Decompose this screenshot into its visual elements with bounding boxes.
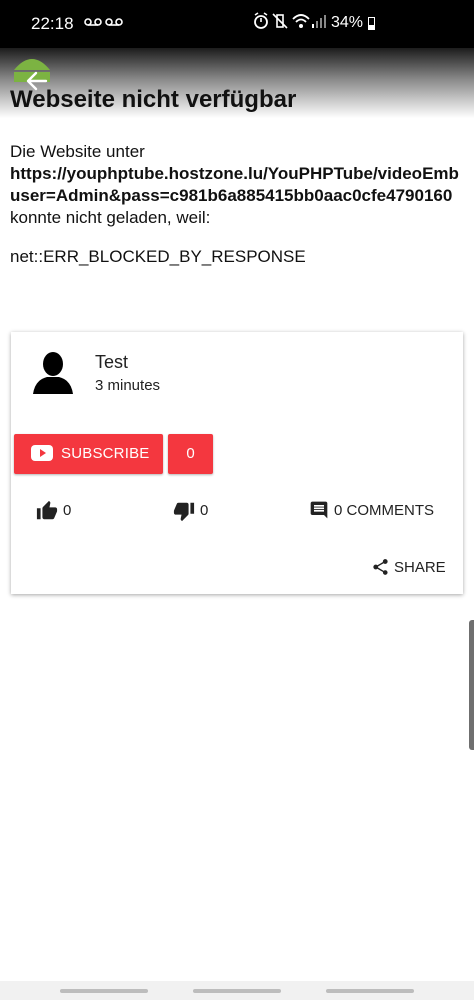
comments-label: 0 COMMENTS [334, 502, 435, 519]
battery-level: 34% [331, 14, 364, 31]
nav-home-button[interactable] [193, 989, 281, 993]
subscriber-count[interactable]: 0 [168, 434, 213, 474]
page-title: Webseite nicht verfügbar [10, 86, 297, 113]
comment-icon [310, 501, 328, 519]
vibrate-icon [271, 12, 289, 34]
scrollbar[interactable] [469, 620, 474, 750]
clock: 22:18 [31, 14, 74, 33]
status-bar: 22:18 34% [0, 0, 474, 48]
voicemail-icon [84, 15, 102, 30]
upload-time: 3 minutes [95, 377, 161, 394]
thumbs-down-icon [173, 502, 195, 522]
channel-name[interactable]: Test [95, 352, 128, 373]
share-icon [373, 559, 388, 575]
navigation-bar [0, 981, 474, 1000]
share-label: SHARE [394, 559, 446, 576]
voicemail-icon [105, 15, 123, 30]
error-code: net::ERR_BLOCKED_BY_RESPONSE [10, 247, 306, 266]
wifi-icon [291, 12, 311, 34]
youtube-icon [31, 445, 53, 461]
nav-back-button[interactable] [326, 989, 414, 993]
video-info-card: Test 3 minutes SUBSCRIBE 0 0 0 0 COMMENT… [11, 332, 463, 594]
thumbs-up-icon [36, 500, 58, 520]
error-message-reason: konnte nicht geladen, weil: [10, 208, 211, 227]
avatar[interactable] [31, 350, 75, 394]
error-message-intro: Die Website unter [10, 142, 145, 161]
subscribe-label: SUBSCRIBE [61, 445, 150, 462]
subscribe-button[interactable]: SUBSCRIBE [14, 434, 163, 474]
alarm-icon [253, 12, 269, 34]
signal-icon [311, 12, 327, 34]
error-url-line-1: https://youphptube.hostzone.lu/YouPHPTub… [10, 164, 459, 183]
comments-button[interactable]: 0 COMMENTS [309, 500, 449, 524]
battery-icon [368, 17, 375, 30]
error-url-line-2: user=Admin&pass=c981b6a885415bb0aac0cfe4… [10, 186, 453, 205]
nav-recents-button[interactable] [60, 989, 148, 993]
dislike-count: 0 [200, 502, 209, 519]
like-count: 0 [63, 502, 72, 519]
